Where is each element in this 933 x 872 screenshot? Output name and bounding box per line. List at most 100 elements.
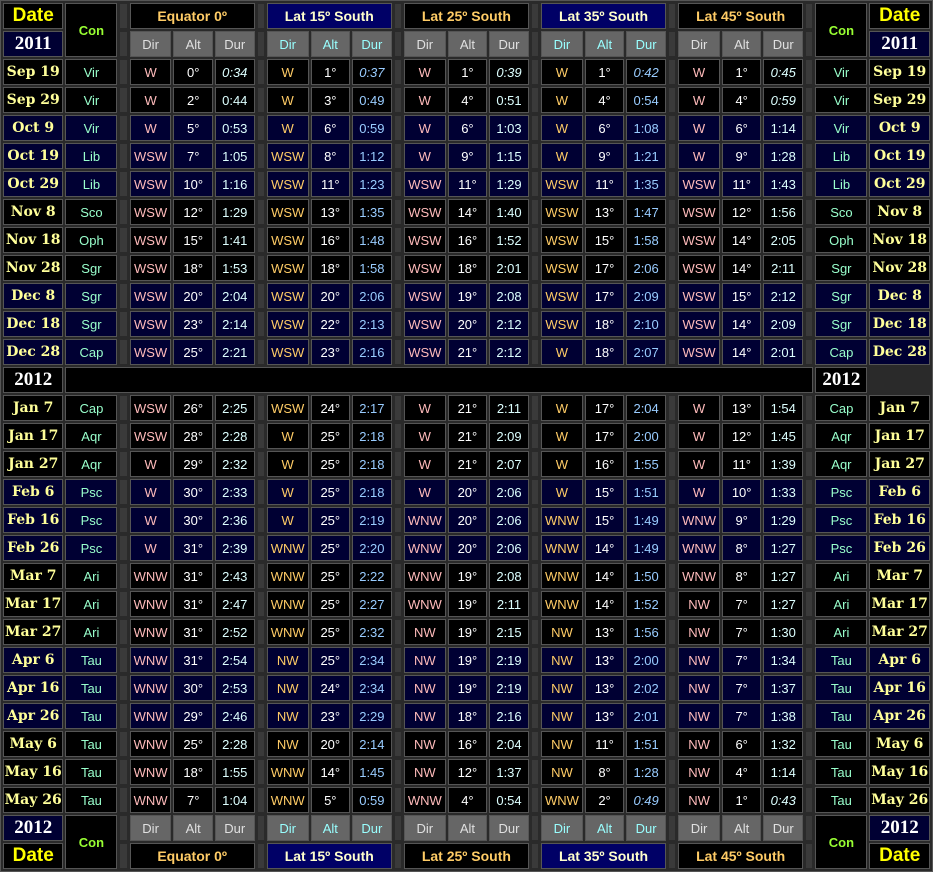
date-header: Date <box>3 843 64 869</box>
column-divider <box>667 451 677 477</box>
constellation-cell: Ari <box>65 563 118 589</box>
constellation-header: Con <box>65 3 118 57</box>
altitude-cell: 25° <box>310 479 351 505</box>
column-divider <box>805 647 814 673</box>
duration-cell: 2:15 <box>489 619 529 645</box>
direction-cell: NW <box>541 759 583 785</box>
altitude-cell: 29° <box>173 703 213 729</box>
duration-cell: 1:56 <box>626 619 666 645</box>
constellation-cell: Tau <box>815 731 868 757</box>
direction-cell: WSW <box>129 311 172 337</box>
altitude-cell: 21° <box>447 451 488 477</box>
location-header: Lat 35º South <box>541 843 666 869</box>
altitude-cell: 18° <box>447 703 488 729</box>
table-row: Dec 8 Sgr WSW 20° 2:04 WSW 20° 2:06 WSW 19° 2:08 WS… <box>3 283 930 309</box>
duration-cell: 1:21 <box>626 143 666 169</box>
date-cell: Jan 27 <box>3 451 64 477</box>
direction-cell: W <box>541 115 583 141</box>
date-cell: Feb 16 <box>3 507 64 533</box>
constellation-header: Con <box>815 815 868 869</box>
column-divider <box>393 283 402 309</box>
altitude-cell: 13° <box>584 675 625 701</box>
column-divider <box>256 535 265 561</box>
duration-cell: 2:28 <box>214 423 255 449</box>
altitude-cell: 6° <box>721 115 762 141</box>
column-divider <box>805 171 814 197</box>
date-cell: Apr 6 <box>869 647 930 673</box>
duration-cell: 0:37 <box>352 59 392 85</box>
column-divider <box>119 815 128 841</box>
altitude-cell: 20° <box>310 283 351 309</box>
column-divider <box>530 423 540 449</box>
duration-cell: 2:11 <box>763 255 804 281</box>
direction-cell: WNW <box>129 703 172 729</box>
constellation-cell: Vir <box>815 115 868 141</box>
altitude-cell: 9° <box>447 143 488 169</box>
duration-cell: 0:49 <box>352 87 392 113</box>
column-divider <box>119 591 128 617</box>
direction-cell: W <box>266 423 309 449</box>
altitude-cell: 19° <box>447 675 488 701</box>
date-cell: Jan 17 <box>869 423 930 449</box>
constellation-cell: Psc <box>815 507 868 533</box>
altitude-cell: 19° <box>447 563 488 589</box>
year-separator-label: 2012 <box>815 367 868 393</box>
column-divider <box>119 115 128 141</box>
column-divider <box>667 423 677 449</box>
column-divider <box>256 759 265 785</box>
column-divider <box>119 59 128 85</box>
duration-cell: 1:56 <box>763 199 804 225</box>
location-header: Lat 15º South <box>266 3 392 29</box>
altitude-cell: 14° <box>721 255 762 281</box>
column-divider <box>393 31 402 57</box>
constellation-cell: Lib <box>65 171 118 197</box>
date-cell: Mar 7 <box>3 563 64 589</box>
duration-cell: 1:43 <box>763 171 804 197</box>
duration-cell: 0:39 <box>489 59 529 85</box>
date-cell: Mar 27 <box>869 619 930 645</box>
altitude-cell: 1° <box>447 59 488 85</box>
direction-cell: WNW <box>129 731 172 757</box>
column-divider <box>667 815 677 841</box>
column-divider <box>256 171 265 197</box>
duration-cell: 1:35 <box>626 171 666 197</box>
duration-cell: 0:54 <box>489 787 529 813</box>
direction-cell: W <box>266 507 309 533</box>
direction-cell: WSW <box>541 171 583 197</box>
direction-cell: WSW <box>129 395 172 421</box>
duration-cell: 1:27 <box>763 535 804 561</box>
column-divider <box>805 115 814 141</box>
altitude-cell: 18° <box>447 255 488 281</box>
table-row: Oct 29 Lib WSW 10° 1:16 WSW 11° 1:23 WSW 11° 1:29 W… <box>3 171 930 197</box>
column-divider <box>256 227 265 253</box>
duration-cell: 2:18 <box>352 451 392 477</box>
date-cell: Dec 28 <box>869 339 930 365</box>
constellation-header: Con <box>815 3 868 57</box>
direction-cell: WNW <box>129 619 172 645</box>
duration-cell: 2:00 <box>626 647 666 673</box>
duration-cell: 1:15 <box>489 143 529 169</box>
date-cell: Oct 29 <box>869 171 930 197</box>
column-divider <box>805 283 814 309</box>
altitude-cell: 15° <box>721 283 762 309</box>
duration-cell: 2:07 <box>626 339 666 365</box>
duration-cell: 2:14 <box>214 311 255 337</box>
duration-cell: 1:45 <box>763 423 804 449</box>
direction-cell: WNW <box>678 563 720 589</box>
altitude-cell: 14° <box>584 563 625 589</box>
constellation-header: Con <box>65 815 118 869</box>
direction-cell: W <box>404 115 446 141</box>
direction-cell: WNW <box>541 535 583 561</box>
date-cell: Dec 18 <box>869 311 930 337</box>
moon-visibility-table: Date Con Equator 0º Lat 15º South Lat 25º So… <box>0 0 933 872</box>
constellation-cell: Ari <box>65 591 118 617</box>
alt-subheader: Alt <box>173 815 213 841</box>
altitude-cell: 23° <box>310 339 351 365</box>
duration-cell: 2:21 <box>214 339 255 365</box>
column-divider <box>256 199 265 225</box>
direction-cell: W <box>678 59 720 85</box>
column-divider <box>667 227 677 253</box>
direction-cell: W <box>678 143 720 169</box>
altitude-cell: 17° <box>584 423 625 449</box>
alt-subheader: Alt <box>310 31 351 57</box>
